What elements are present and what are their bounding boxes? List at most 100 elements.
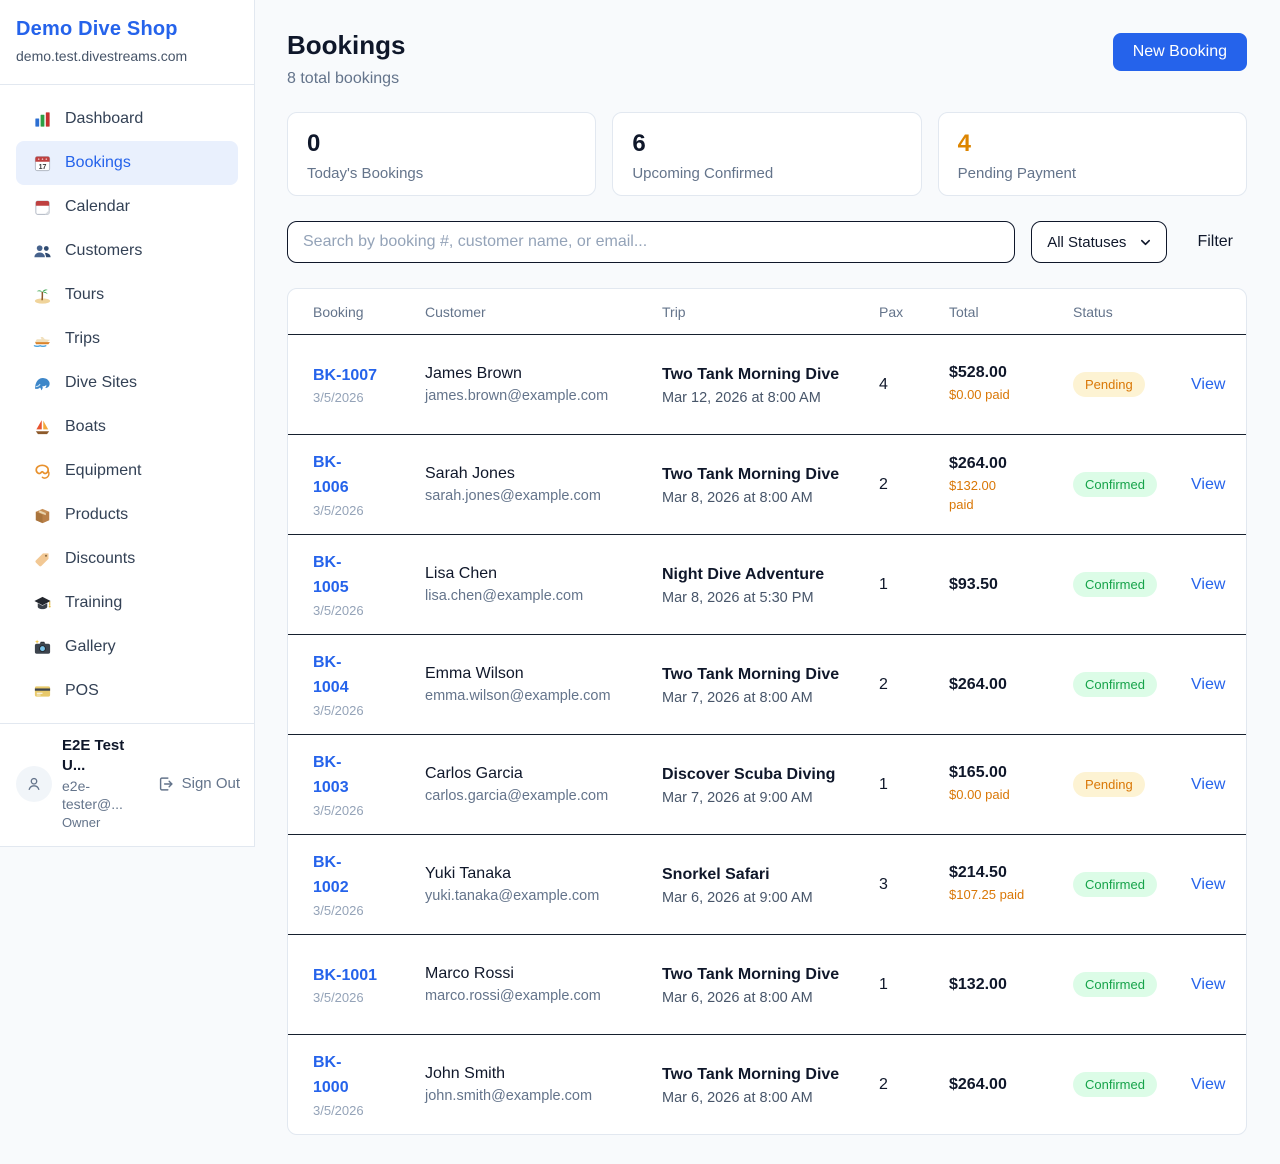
sidebar-item-trips[interactable]: Trips bbox=[16, 317, 238, 361]
status-badge: Confirmed bbox=[1073, 1072, 1157, 1097]
booking-cell: BK-1003 3/5/2026 bbox=[313, 751, 425, 818]
booking-link[interactable]: BK-1004 bbox=[313, 651, 349, 701]
page-subtitle: 8 total bookings bbox=[287, 70, 405, 88]
pax-cell: 2 bbox=[879, 1076, 949, 1094]
user-role: Owner bbox=[62, 814, 147, 832]
customer-name: Emma Wilson bbox=[425, 665, 662, 683]
trip-datetime: Mar 7, 2026 at 9:00 AM bbox=[662, 790, 879, 806]
view-link[interactable]: View bbox=[1191, 1076, 1225, 1093]
sidebar-item-bookings[interactable]: 17Bookings bbox=[16, 141, 238, 185]
page-header: Bookings 8 total bookings New Booking bbox=[287, 30, 1247, 88]
pax-cell: 1 bbox=[879, 576, 949, 594]
sidebar-item-tours[interactable]: Tours bbox=[16, 273, 238, 317]
booking-cell: BK-10013/5/2026 bbox=[313, 964, 425, 1006]
booking-link[interactable]: BK-1003 bbox=[313, 751, 349, 801]
booking-cell: BK-10053/5/2026 bbox=[313, 551, 425, 618]
total-amount: $165.00 bbox=[949, 764, 1073, 782]
view-link[interactable]: View bbox=[1191, 576, 1225, 593]
booking-link[interactable]: BK-1006 bbox=[313, 451, 349, 501]
sidebar-item-calendar[interactable]: Calendar bbox=[16, 185, 238, 229]
view-link[interactable]: View bbox=[1191, 676, 1225, 693]
view-link[interactable]: View bbox=[1191, 876, 1225, 893]
status-filter-select[interactable]: All Statuses bbox=[1031, 221, 1167, 263]
view-link[interactable]: View bbox=[1191, 476, 1225, 493]
sidebar-item-boats[interactable]: Boats bbox=[16, 405, 238, 449]
table-row: BK-10063/5/2026Sarah Jonessarah.jones@ex… bbox=[288, 434, 1246, 534]
sidebar-item-label: Customers bbox=[65, 242, 142, 260]
customer-name: Sarah Jones bbox=[425, 465, 662, 483]
sidebar-item-dive-sites[interactable]: Dive Sites bbox=[16, 361, 238, 405]
booking-date: 3/5/2026 bbox=[313, 803, 425, 818]
sidebar-item-gallery[interactable]: Gallery bbox=[16, 625, 238, 669]
sidebar-item-pos[interactable]: POS bbox=[16, 669, 238, 713]
sidebar-nav: Dashboard17Bookings Calendar Customers Tour… bbox=[0, 85, 254, 723]
search-input[interactable] bbox=[287, 221, 1015, 263]
filter-button[interactable]: Filter bbox=[1183, 233, 1247, 251]
sidebar: Demo Dive Shop demo.test.divestreams.com… bbox=[0, 0, 255, 847]
trip-datetime: Mar 6, 2026 at 8:00 AM bbox=[662, 990, 879, 1006]
status-cell: Confirmed bbox=[1073, 1072, 1191, 1097]
status-badge: Pending bbox=[1073, 772, 1145, 797]
actions-cell: View bbox=[1191, 376, 1246, 394]
sign-out-button[interactable]: Sign Out bbox=[157, 775, 240, 793]
stat-card: 4Pending Payment bbox=[938, 112, 1247, 196]
status-cell: Confirmed bbox=[1073, 972, 1191, 997]
table-body: BK-10073/5/2026James Brownjames.brown@ex… bbox=[288, 334, 1246, 1134]
actions-cell: View bbox=[1191, 976, 1246, 994]
paid-amount: $0.00 paid bbox=[949, 386, 1027, 405]
column-header-booking: Booking bbox=[313, 304, 425, 320]
booking-link[interactable]: BK-1000 bbox=[313, 1051, 349, 1101]
sidebar-item-customers[interactable]: Customers bbox=[16, 229, 238, 273]
booking-cell: BK-10003/5/2026 bbox=[313, 1051, 425, 1118]
total-cell: $132.00 bbox=[949, 976, 1073, 994]
sidebar-item-products[interactable]: Products bbox=[16, 493, 238, 537]
trip-datetime: Mar 7, 2026 at 8:00 AM bbox=[662, 690, 879, 706]
customer-name: Marco Rossi bbox=[425, 965, 662, 983]
sidebar-item-label: Tours bbox=[65, 286, 104, 304]
customer-cell: Marco Rossimarco.rossi@example.com bbox=[425, 965, 662, 1004]
gallery-icon bbox=[32, 637, 52, 657]
sidebar-item-equipment[interactable]: Equipment bbox=[16, 449, 238, 493]
status-badge: Confirmed bbox=[1073, 572, 1157, 597]
trip-cell: Snorkel SafariMar 6, 2026 at 9:00 AM bbox=[662, 863, 879, 907]
customer-name: John Smith bbox=[425, 1065, 662, 1083]
pax-cell: 4 bbox=[879, 376, 949, 394]
total-cell: $264.00$132.00paid bbox=[949, 455, 1073, 515]
booking-link[interactable]: BK-1007 bbox=[313, 364, 377, 389]
booking-link[interactable]: BK-1005 bbox=[313, 551, 349, 601]
customer-cell: John Smithjohn.smith@example.com bbox=[425, 1065, 662, 1104]
trip-name: Discover Scuba Diving bbox=[662, 763, 842, 788]
status-badge: Confirmed bbox=[1073, 472, 1157, 497]
booking-link[interactable]: BK-1001 bbox=[313, 964, 377, 989]
sidebar-item-discounts[interactable]: Discounts bbox=[16, 537, 238, 581]
customer-name: Lisa Chen bbox=[425, 565, 662, 583]
customer-cell: Emma Wilsonemma.wilson@example.com bbox=[425, 665, 662, 704]
trip-name: Two Tank Morning Dive bbox=[662, 463, 842, 488]
pax-cell: 2 bbox=[879, 476, 949, 494]
sidebar-item-dashboard[interactable]: Dashboard bbox=[16, 97, 238, 141]
new-booking-button[interactable]: New Booking bbox=[1113, 33, 1247, 71]
customer-cell: Yuki Tanakayuki.tanaka@example.com bbox=[425, 865, 662, 904]
status-badge: Confirmed bbox=[1073, 872, 1157, 897]
trip-cell: Two Tank Morning DiveMar 7, 2026 at 8:00… bbox=[662, 663, 879, 707]
view-link[interactable]: View bbox=[1191, 776, 1225, 793]
stat-label: Upcoming Confirmed bbox=[632, 165, 901, 182]
sidebar-item-label: Boats bbox=[65, 418, 106, 436]
customer-email: yuki.tanaka@example.com bbox=[425, 888, 662, 904]
total-amount: $132.00 bbox=[949, 976, 1073, 994]
tours-icon bbox=[32, 285, 52, 305]
sidebar-item-label: Calendar bbox=[65, 198, 130, 216]
stats-row: 0Today's Bookings6Upcoming Confirmed4Pen… bbox=[287, 112, 1247, 196]
customer-cell: Carlos Garciacarlos.garcia@example.com bbox=[425, 765, 662, 804]
sidebar-item-label: Discounts bbox=[65, 550, 135, 568]
booking-link[interactable]: BK-1002 bbox=[313, 851, 349, 901]
sidebar-item-label: Training bbox=[65, 594, 122, 612]
view-link[interactable]: View bbox=[1191, 376, 1225, 393]
stat-value: 4 bbox=[958, 130, 1227, 158]
bookings-icon: 17 bbox=[32, 153, 52, 173]
paid-amount: $0.00 paid bbox=[949, 786, 1027, 805]
view-link[interactable]: View bbox=[1191, 976, 1225, 993]
customer-email: sarah.jones@example.com bbox=[425, 488, 662, 504]
customer-name: James Brown bbox=[425, 365, 662, 383]
sidebar-item-training[interactable]: Training bbox=[16, 581, 238, 625]
